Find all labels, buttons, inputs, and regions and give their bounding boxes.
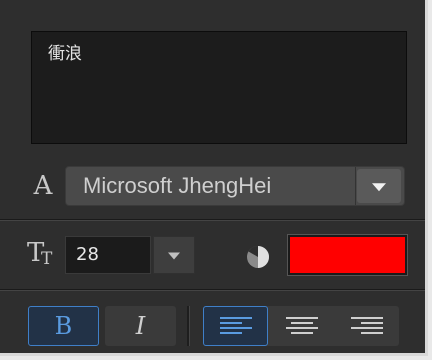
align-right-button[interactable]	[334, 306, 399, 346]
font-size-icon: TT	[27, 238, 53, 269]
font-family-select[interactable]: Microsoft JhengHei	[65, 166, 405, 206]
font-size-dropdown-button[interactable]	[153, 236, 195, 274]
font-family-value: Microsoft JhengHei	[83, 173, 272, 198]
divider	[0, 290, 425, 291]
align-left-button[interactable]	[203, 306, 268, 346]
font-size-input[interactable]: 28	[65, 236, 151, 274]
text-color-swatch[interactable]	[287, 234, 408, 276]
divider	[0, 220, 425, 221]
bold-button[interactable]: B	[28, 306, 99, 346]
text-properties-panel: 衝浪 A Microsoft JhengHei TT 28 B I	[0, 0, 428, 356]
chevron-down-icon	[168, 252, 180, 260]
toolbar-divider	[187, 306, 190, 346]
align-left-icon	[219, 317, 252, 334]
alignment-group	[203, 306, 399, 346]
font-dropdown-button[interactable]	[357, 169, 401, 203]
select-divider	[355, 167, 356, 205]
text-content-input[interactable]: 衝浪	[31, 31, 407, 144]
chevron-down-icon	[372, 183, 386, 192]
font-A-icon: A	[33, 171, 53, 201]
align-center-button[interactable]	[269, 306, 334, 346]
italic-button[interactable]: I	[105, 306, 176, 346]
align-right-icon	[350, 317, 383, 334]
align-center-icon	[285, 317, 318, 334]
opacity-icon[interactable]	[245, 244, 271, 270]
